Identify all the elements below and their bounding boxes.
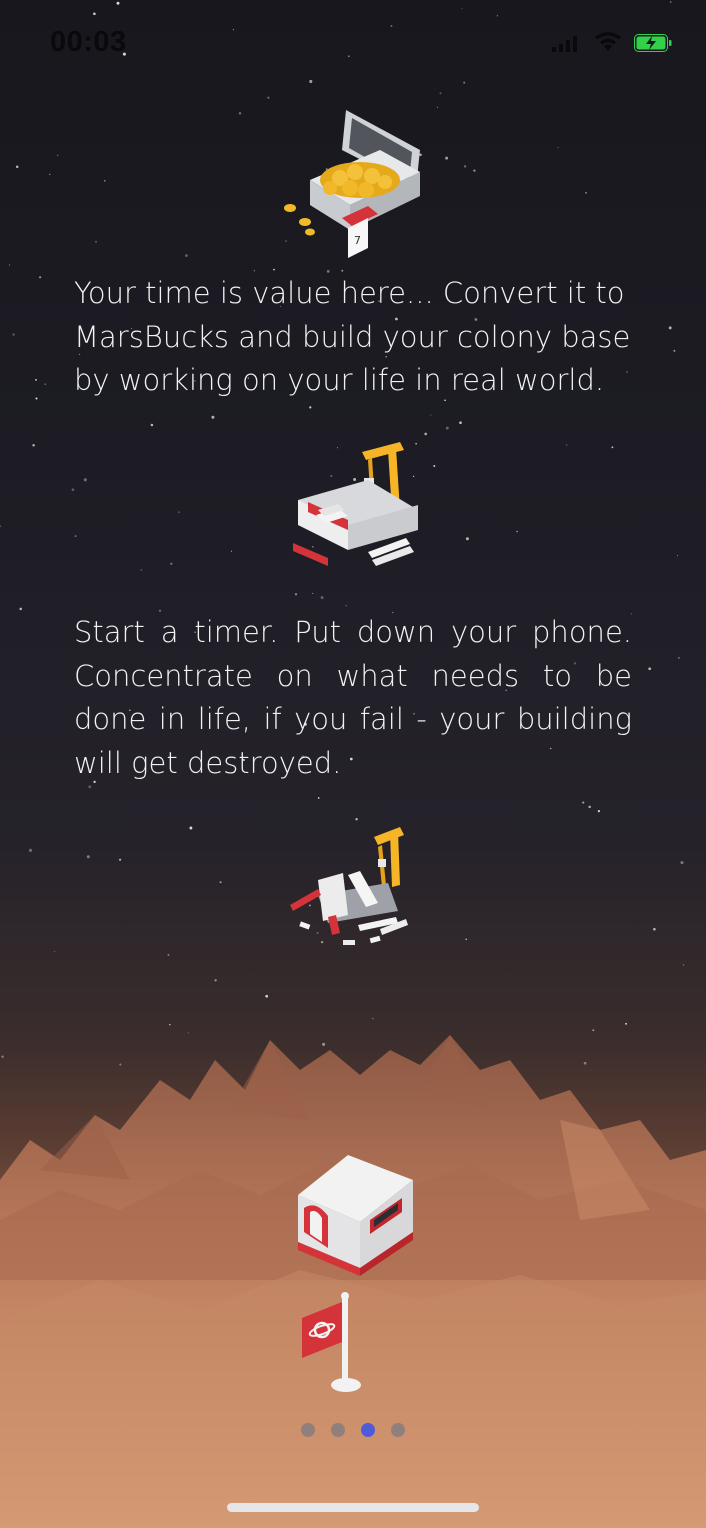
star bbox=[653, 927, 656, 931]
star bbox=[88, 785, 92, 789]
star bbox=[648, 667, 652, 671]
star bbox=[95, 240, 97, 243]
star bbox=[680, 861, 684, 865]
star bbox=[465, 537, 469, 541]
star bbox=[317, 797, 320, 799]
star bbox=[588, 805, 591, 809]
onboarding-paragraph-1: Your time is value here... Convert it to… bbox=[74, 276, 631, 397]
star bbox=[178, 511, 180, 513]
star bbox=[597, 809, 601, 813]
star bbox=[445, 426, 449, 430]
star bbox=[611, 446, 614, 449]
star bbox=[53, 951, 56, 953]
star bbox=[230, 550, 233, 552]
star bbox=[673, 349, 676, 352]
star bbox=[582, 801, 585, 804]
star bbox=[19, 607, 22, 611]
page-dot-1[interactable] bbox=[301, 1423, 315, 1437]
star bbox=[267, 96, 270, 99]
star bbox=[320, 596, 324, 600]
star bbox=[83, 478, 87, 482]
status-bar: 00:03 bbox=[0, 0, 706, 90]
planet-flag-icon bbox=[302, 1292, 361, 1392]
star bbox=[463, 165, 467, 168]
star bbox=[436, 106, 438, 108]
star bbox=[28, 848, 33, 852]
star bbox=[35, 397, 38, 400]
star bbox=[238, 111, 242, 115]
construction-site-icon bbox=[293, 442, 418, 566]
star bbox=[473, 169, 476, 172]
star bbox=[585, 191, 587, 194]
onboarding-screen: 00:03 7 Your time is value here... Conve… bbox=[0, 0, 706, 1528]
battery-charging-icon bbox=[634, 34, 672, 52]
status-time: 00:03 bbox=[50, 26, 127, 58]
star bbox=[57, 154, 59, 157]
star bbox=[459, 421, 462, 425]
star bbox=[0, 525, 2, 528]
wifi-icon bbox=[595, 32, 621, 51]
star bbox=[309, 406, 312, 409]
star bbox=[439, 92, 442, 95]
page-dot-3[interactable] bbox=[361, 1423, 375, 1437]
page-indicator[interactable] bbox=[0, 1423, 706, 1439]
star bbox=[273, 268, 275, 271]
star bbox=[682, 964, 685, 966]
star bbox=[219, 881, 222, 884]
onboarding-paragraph-2: Start a timer. Put down your phone. Conc… bbox=[74, 615, 632, 780]
star bbox=[15, 165, 19, 169]
star bbox=[71, 488, 75, 492]
star bbox=[668, 326, 672, 330]
star bbox=[355, 818, 358, 821]
page-dot-2[interactable] bbox=[331, 1423, 345, 1437]
star bbox=[44, 383, 47, 385]
star bbox=[185, 254, 188, 257]
star bbox=[8, 264, 11, 266]
star bbox=[170, 562, 173, 565]
star bbox=[214, 979, 217, 982]
star bbox=[312, 592, 314, 594]
star bbox=[32, 443, 35, 447]
signal-icon bbox=[552, 36, 577, 52]
star bbox=[566, 444, 568, 446]
mars-base-icon bbox=[298, 1155, 413, 1276]
star bbox=[104, 180, 106, 182]
star bbox=[167, 953, 170, 956]
star bbox=[189, 826, 193, 830]
star bbox=[265, 994, 269, 998]
star bbox=[678, 657, 680, 659]
destroyed-building-icon bbox=[290, 827, 408, 945]
star bbox=[39, 276, 42, 279]
star bbox=[676, 555, 678, 557]
star bbox=[516, 530, 518, 533]
star bbox=[294, 593, 298, 596]
star bbox=[74, 535, 77, 538]
star bbox=[557, 146, 559, 149]
star bbox=[35, 379, 37, 381]
star bbox=[150, 423, 154, 427]
star bbox=[118, 858, 122, 861]
star bbox=[424, 432, 428, 436]
home-indicator[interactable] bbox=[227, 1503, 479, 1512]
star bbox=[430, 414, 432, 416]
star bbox=[465, 938, 467, 940]
star bbox=[140, 569, 143, 571]
star bbox=[86, 855, 90, 859]
coin-briefcase-icon: 7 bbox=[284, 110, 420, 258]
star bbox=[345, 605, 347, 607]
svg-text:7: 7 bbox=[354, 234, 361, 247]
star bbox=[445, 156, 449, 160]
star bbox=[12, 333, 15, 336]
star bbox=[211, 415, 215, 419]
star bbox=[49, 173, 51, 175]
page-dot-4[interactable] bbox=[391, 1423, 405, 1437]
